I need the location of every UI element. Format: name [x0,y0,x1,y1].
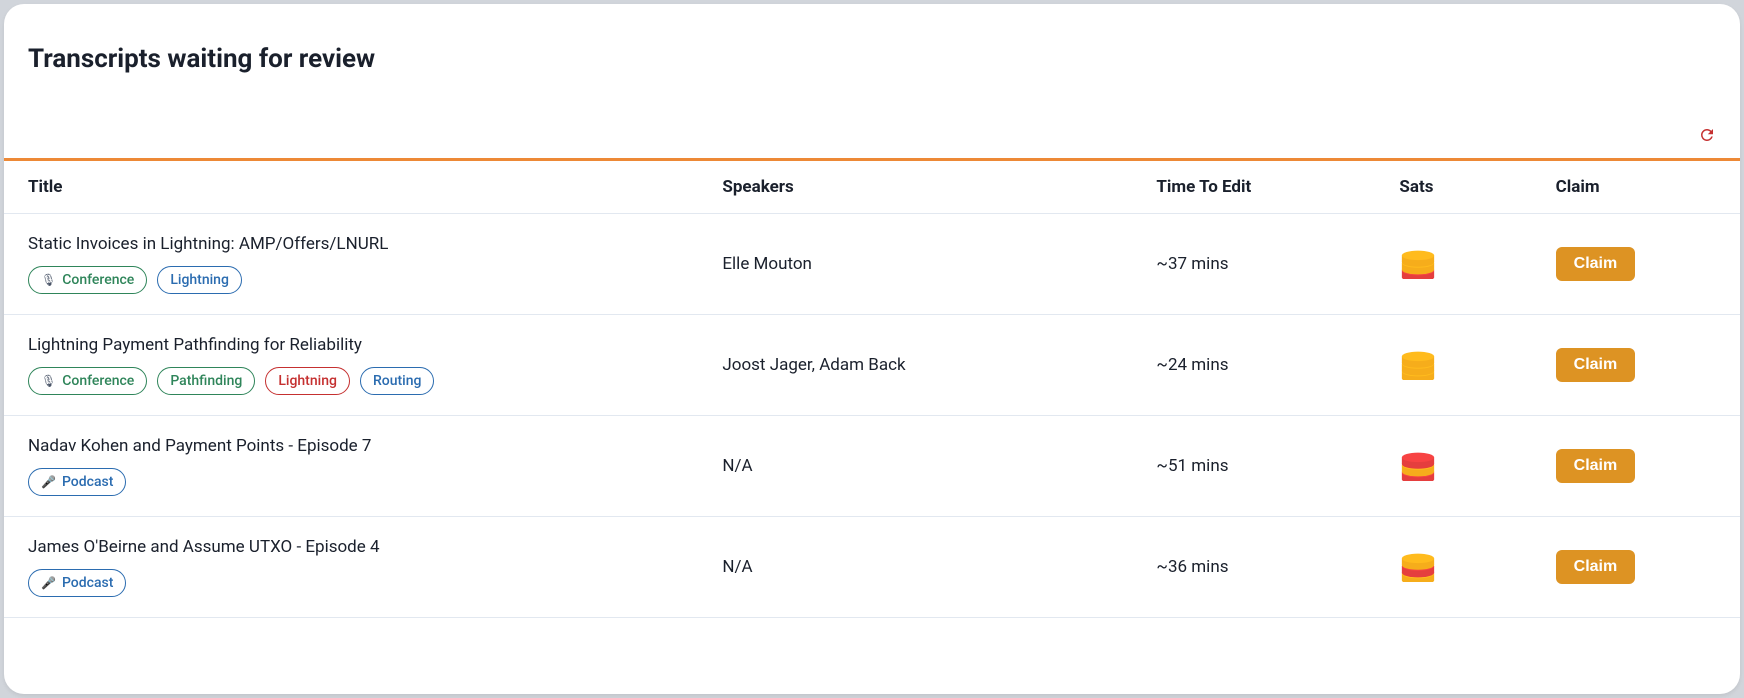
col-header-time: Time To Edit [1132,161,1375,214]
transcript-title: Static Invoices in Lightning: AMP/Offers… [28,234,674,254]
sats-cell [1375,315,1531,416]
time-cell: ~36 mins [1132,517,1375,618]
claim-button[interactable]: Claim [1556,247,1636,281]
tag-lightning[interactable]: Lightning [157,266,242,294]
title-cell: Static Invoices in Lightning: AMP/Offers… [4,214,698,315]
speakers-cell: N/A [698,416,1132,517]
table-row: Nadav Kohen and Payment Points - Episode… [4,416,1740,517]
transcript-title: Lightning Payment Pathfinding for Reliab… [28,335,674,355]
tag-podcast[interactable]: 🎤 Podcast [28,468,126,496]
time-cell: ~37 mins [1132,214,1375,315]
sats-stack-icon [1399,345,1437,379]
tag-label: Conference [62,272,134,288]
tag-label: Pathfinding [170,373,242,389]
claim-button[interactable]: Claim [1556,348,1636,382]
conference-icon: 🎙 [41,273,56,287]
tag-conference[interactable]: 🎙 Conference [28,266,147,294]
tag-podcast[interactable]: 🎤 Podcast [28,569,126,597]
title-cell: Lightning Payment Pathfinding for Reliab… [4,315,698,416]
podcast-icon: 🎤 [41,475,56,489]
col-header-claim: Claim [1532,161,1740,214]
speakers-cell: Elle Mouton [698,214,1132,315]
tag-list: 🎤 Podcast [28,569,674,597]
tag-conference[interactable]: 🎙 Conference [28,367,147,395]
sats-stack-icon [1399,547,1437,581]
transcript-title: Nadav Kohen and Payment Points - Episode… [28,436,674,456]
conference-icon: 🎙 [41,374,56,388]
title-cell: James O'Beirne and Assume UTXO - Episode… [4,517,698,618]
claim-cell: Claim [1532,517,1740,618]
title-cell: Nadav Kohen and Payment Points - Episode… [4,416,698,517]
refresh-icon [1698,126,1716,144]
toolbar [4,122,1740,158]
sats-stack-icon [1399,244,1437,278]
time-cell: ~24 mins [1132,315,1375,416]
transcript-title: James O'Beirne and Assume UTXO - Episode… [28,537,674,557]
time-cell: ~51 mins [1132,416,1375,517]
claim-cell: Claim [1532,416,1740,517]
speakers-cell: Joost Jager, Adam Back [698,315,1132,416]
col-header-speakers: Speakers [698,161,1132,214]
tag-pathfinding[interactable]: Pathfinding [157,367,255,395]
sats-stack-icon [1399,446,1437,480]
tag-label: Podcast [62,474,113,490]
tag-label: Lightning [170,272,229,288]
table-header-row: Title Speakers Time To Edit Sats Claim [4,161,1740,214]
sats-cell [1375,517,1531,618]
col-header-sats: Sats [1375,161,1531,214]
transcripts-card: Transcripts waiting for review Title Spe… [4,4,1740,694]
claim-cell: Claim [1532,315,1740,416]
tag-lightning[interactable]: Lightning [265,367,350,395]
claim-button[interactable]: Claim [1556,449,1636,483]
tag-list: 🎙 Conference Lightning [28,266,674,294]
tag-label: Podcast [62,575,113,591]
table-row: James O'Beirne and Assume UTXO - Episode… [4,517,1740,618]
table-row: Lightning Payment Pathfinding for Reliab… [4,315,1740,416]
page-title: Transcripts waiting for review [4,44,1740,74]
tag-label: Lightning [278,373,337,389]
tag-list: 🎤 Podcast [28,468,674,496]
sats-cell [1375,214,1531,315]
tag-label: Routing [373,373,422,389]
table-container: Title Speakers Time To Edit Sats Claim S… [4,158,1740,618]
claim-cell: Claim [1532,214,1740,315]
transcripts-table: Title Speakers Time To Edit Sats Claim S… [4,161,1740,618]
sats-cell [1375,416,1531,517]
tag-routing[interactable]: Routing [360,367,435,395]
col-header-title: Title [4,161,698,214]
tag-list: 🎙 Conference Pathfinding Lightning Routing [28,367,674,395]
claim-button[interactable]: Claim [1556,550,1636,584]
podcast-icon: 🎤 [41,576,56,590]
speakers-cell: N/A [698,517,1132,618]
table-row: Static Invoices in Lightning: AMP/Offers… [4,214,1740,315]
refresh-button[interactable] [1694,122,1720,148]
tag-label: Conference [62,373,134,389]
